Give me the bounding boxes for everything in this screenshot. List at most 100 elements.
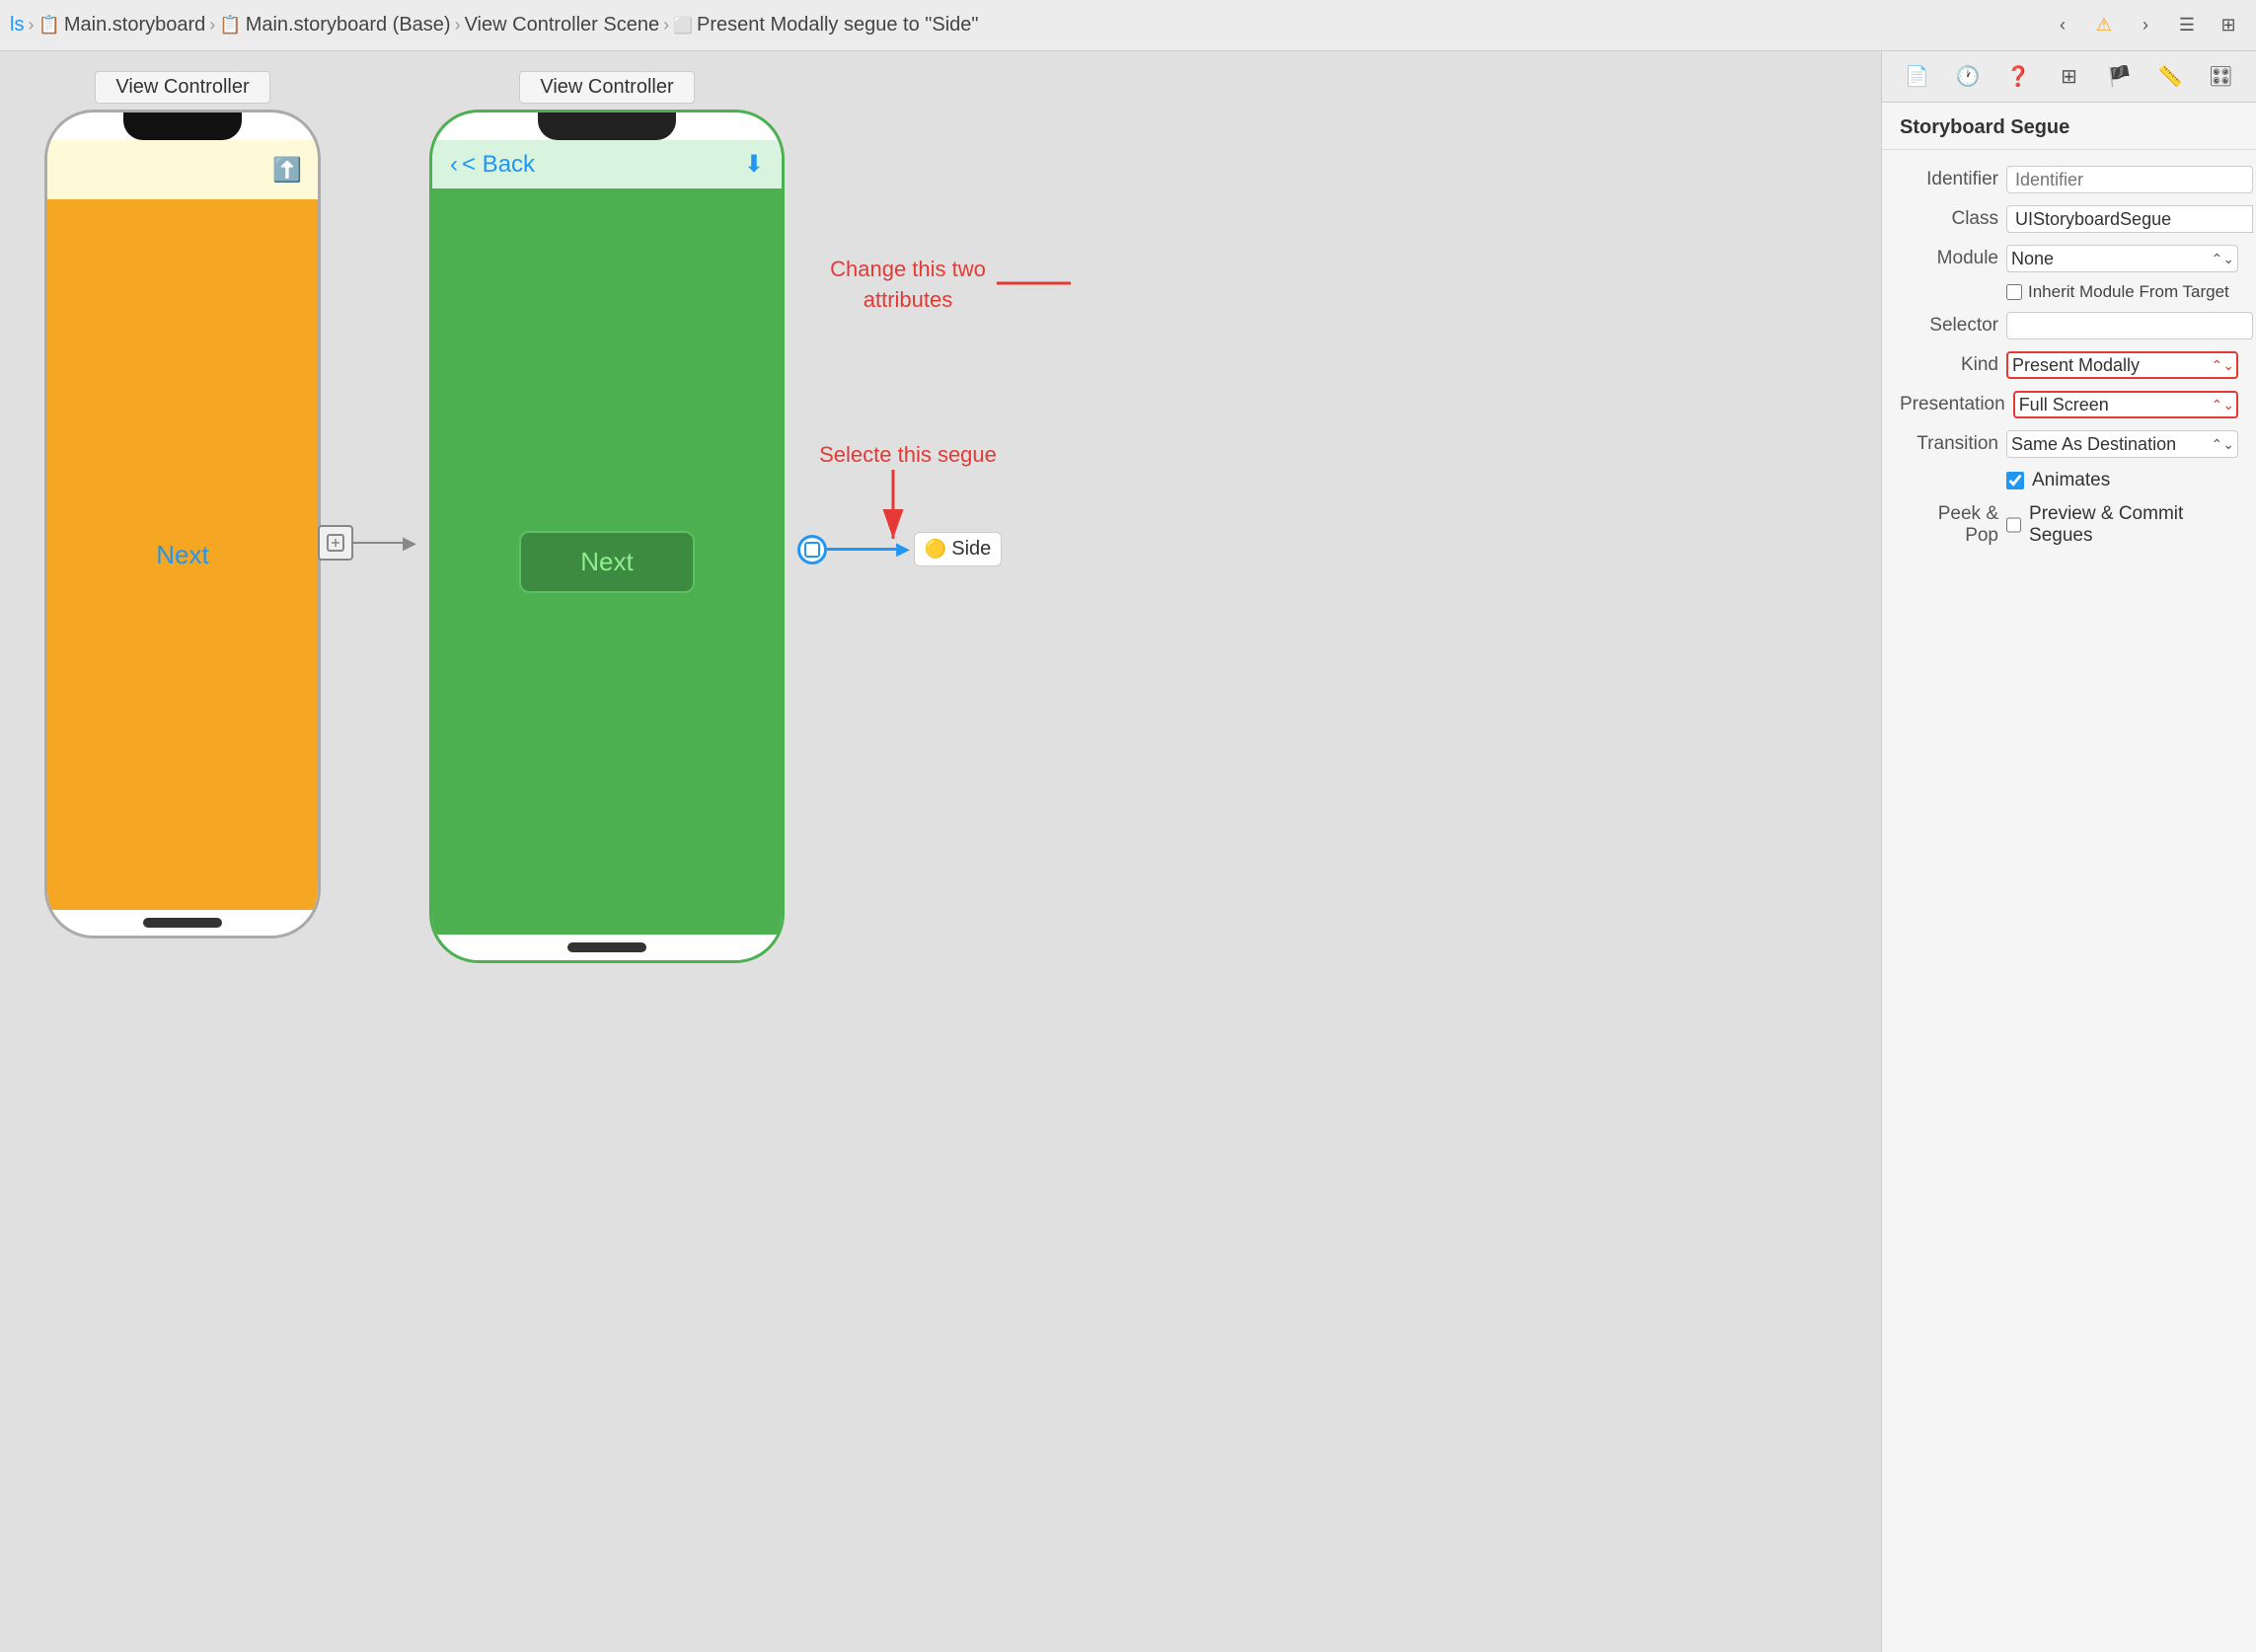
peek-value: Preview & Commit Segues <box>2029 503 2238 547</box>
breadcrumb-item-1[interactable]: Main.storyboard <box>64 14 205 37</box>
vc1-label: View Controller <box>95 71 269 104</box>
identifier-input[interactable] <box>2006 166 2253 193</box>
peek-pop-row: Peek & Pop Preview & Commit Segues <box>1882 497 2256 553</box>
blue-connector: ▶ 🟡 Side <box>797 532 1002 566</box>
canvas-area: View Controller ⬆️ Next ▶ <box>0 51 1881 1652</box>
transition-select-wrapper: Same As Destination Cover Vertical Flip … <box>2006 430 2238 458</box>
breadcrumb-item-2[interactable]: Main.storyboard (Base) <box>246 14 451 37</box>
vc2-label: View Controller <box>519 71 694 104</box>
inherit-checkbox[interactable] <box>2006 284 2022 300</box>
warning-button[interactable]: ⚠ <box>2086 8 2122 43</box>
presentation-label: Presentation <box>1900 394 2005 415</box>
inspector-transition-row: Transition Same As Destination Cover Ver… <box>1882 424 2256 464</box>
breadcrumb-item-4[interactable]: Present Modally segue to "Side" <box>697 14 978 37</box>
breadcrumb: ls › 📋 Main.storyboard › 📋 Main.storyboa… <box>10 14 2041 37</box>
segue-box-icon <box>318 525 353 561</box>
forward-button[interactable]: › <box>2128 8 2163 43</box>
blue-line <box>827 548 896 551</box>
grid-button[interactable]: ⊞ <box>2211 8 2246 43</box>
transition-label: Transition <box>1900 433 1998 455</box>
vc2-green-content: Next <box>432 188 782 935</box>
vc1-container: View Controller ⬆️ Next <box>30 71 336 939</box>
breadcrumb-sep-3: › <box>455 15 461 36</box>
module-select-wrapper: None ⌃⌄ <box>2006 245 2238 272</box>
main-toolbar: ls › 📋 Main.storyboard › 📋 Main.storyboa… <box>0 0 2256 51</box>
selector-label: Selector <box>1900 315 1998 337</box>
inspector-class-row: Class ⚙ › <box>1882 199 2256 239</box>
inspector-presentation-row: Presentation Full Screen Automatic Page … <box>1882 385 2256 424</box>
back-button[interactable]: ‹ <box>2045 8 2080 43</box>
inspector-btn-grid[interactable]: ⊞ <box>2051 59 2086 95</box>
kind-select-wrapper: Present Modally Show Show Detail Present… <box>2006 351 2238 379</box>
module-select[interactable]: None <box>2006 245 2238 272</box>
inspector-btn-flag[interactable]: 🏴 <box>2102 59 2138 95</box>
animates-checkbox[interactable] <box>2006 472 2024 489</box>
download-icon: ⬇ <box>744 150 764 179</box>
class-label: Class <box>1900 208 1998 230</box>
peek-label: Peek & Pop <box>1900 503 1998 547</box>
module-label: Module <box>1900 248 1998 269</box>
presentation-select-wrapper: Full Screen Automatic Page Sheet Form Sh… <box>2013 391 2238 418</box>
back-label: < Back <box>462 151 535 179</box>
vc2-container: View Controller ‹ < Back ⬇ Next <box>424 71 790 963</box>
annotation-change: Change this twoattributes <box>809 255 1007 316</box>
peek-checkbox[interactable] <box>2006 517 2021 533</box>
segue-arrow-gray: ▶ <box>318 525 416 561</box>
breadcrumb-icon-1: 📋 <box>38 15 59 36</box>
inherit-label: Inherit Module From Target <box>2028 282 2229 302</box>
vc1-phone: ⬆️ Next <box>44 110 321 939</box>
blue-node[interactable] <box>797 535 827 564</box>
presentation-select[interactable]: Full Screen Automatic Page Sheet Form Sh… <box>2013 391 2238 418</box>
inspector-toolbar: 📄 🕐 ❓ ⊞ 🏴 📏 🎛 <box>1882 51 2256 103</box>
menu-button[interactable]: ☰ <box>2169 8 2205 43</box>
vc2-phone: ‹ < Back ⬇ Next <box>429 110 785 963</box>
share-icon: ⬆️ <box>272 156 302 185</box>
annotation-arrow-1 <box>997 263 1076 303</box>
next-btn-green[interactable]: Next <box>519 531 694 593</box>
chevron-left-icon: ‹ <box>450 151 458 179</box>
class-controls: ⚙ › <box>2006 205 2256 233</box>
vc2-notch <box>538 113 676 140</box>
breadcrumb-icon-3: ⬜ <box>673 16 693 36</box>
inspector-btn-clock[interactable]: 🕐 <box>1950 59 1986 95</box>
breadcrumb-sep-1: › <box>28 15 34 36</box>
vc1-next-label: Next <box>156 540 208 570</box>
inspector-identifier-row: Identifier <box>1882 160 2256 199</box>
inherit-module-row: Inherit Module From Target <box>1882 278 2256 306</box>
side-badge-icon: 🟡 <box>925 539 946 560</box>
selector-input[interactable] <box>2006 312 2253 339</box>
segue-line-gray <box>353 542 403 544</box>
segue-arrowhead: ▶ <box>403 533 416 554</box>
class-input[interactable] <box>2006 205 2253 233</box>
breadcrumb-item-ls: ls <box>10 14 24 37</box>
vc1-home-bar <box>143 918 222 928</box>
identifier-label: Identifier <box>1900 169 1998 190</box>
vc1-orange-area: Next <box>47 199 318 910</box>
back-button-vc2: ‹ < Back <box>450 151 535 179</box>
toolbar-right: ‹ ⚠ › ☰ ⊞ <box>2045 8 2246 43</box>
animates-row: Animates <box>1882 464 2256 497</box>
annotation-select: Selecte this segue <box>809 442 1007 468</box>
side-badge: 🟡 Side <box>914 532 1002 566</box>
vc1-notch <box>123 113 242 140</box>
animates-label: Animates <box>2032 470 2110 491</box>
kind-label: Kind <box>1900 354 1998 376</box>
inspector-selector-row: Selector <box>1882 306 2256 345</box>
inspector-module-row: Module None ⌃⌄ <box>1882 239 2256 278</box>
breadcrumb-sep-4: › <box>663 15 669 36</box>
inspector-btn-ruler[interactable]: 📏 <box>2152 59 2188 95</box>
breadcrumb-sep-2: › <box>209 15 215 36</box>
breadcrumb-icon-2: 📋 <box>219 15 241 36</box>
vc2-home-bar <box>567 942 646 952</box>
inspector-btn-question[interactable]: ❓ <box>2000 59 2036 95</box>
breadcrumb-item-3[interactable]: View Controller Scene <box>465 14 660 37</box>
inspector-title: Storyboard Segue <box>1882 103 2256 150</box>
kind-select[interactable]: Present Modally Show Show Detail Present… <box>2006 351 2238 379</box>
main-area: View Controller ⬆️ Next ▶ <box>0 51 2256 1652</box>
inspector-btn-slider[interactable]: 🎛 <box>2203 59 2238 95</box>
side-badge-label: Side <box>951 538 991 561</box>
vc2-navbar: ‹ < Back ⬇ <box>432 140 782 188</box>
inspector-content: Identifier Class ⚙ › Module None <box>1882 150 2256 1652</box>
inspector-btn-doc[interactable]: 📄 <box>1900 59 1935 95</box>
transition-select[interactable]: Same As Destination Cover Vertical Flip … <box>2006 430 2238 458</box>
